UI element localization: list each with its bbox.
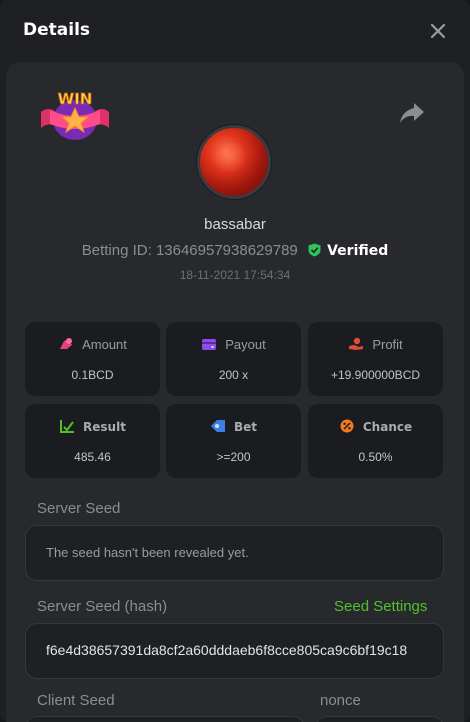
stat-result-label: Result <box>83 420 126 434</box>
seed-settings-link[interactable]: Seed Settings <box>334 598 427 615</box>
server-seed-hash-field[interactable]: f6e4d38657391da8cf2a60dddaeb6f8cce805ca9… <box>25 623 444 679</box>
stat-profit: Profit +19.900000BCD <box>308 322 443 396</box>
nonce-field[interactable] <box>315 716 444 722</box>
server-seed-label: Server Seed <box>37 500 121 517</box>
wallet-icon <box>202 339 217 350</box>
bet-timestamp: 18-11-2021 17:54:34 <box>179 268 291 282</box>
close-icon[interactable] <box>428 21 448 41</box>
share-icon[interactable] <box>398 100 426 126</box>
client-seed-label: Client Seed <box>37 692 115 709</box>
client-seed-field[interactable] <box>25 716 305 722</box>
stat-bet: Bet >=200 <box>166 404 301 478</box>
coins-icon <box>60 338 73 349</box>
username: bassabar <box>204 216 266 233</box>
stat-profit-value: +19.900000BCD <box>330 368 421 382</box>
percent-icon <box>340 419 354 433</box>
server-seed-value: The seed hasn't been revealed yet. <box>46 545 249 560</box>
server-seed-hash-label: Server Seed (hash) <box>37 598 168 615</box>
stat-amount-value: 0.1BCD <box>71 368 114 382</box>
win-badge-icon: WIN <box>41 90 109 140</box>
details-modal: Details WIN bassabar Betting ID: 1364695… <box>0 0 470 722</box>
stat-profit-label: Profit <box>372 337 403 352</box>
stat-amount: Amount 0.1BCD <box>25 322 160 396</box>
verified-label: Verified <box>327 243 389 259</box>
stat-payout-value: 200 x <box>218 368 249 382</box>
hand-coin-icon <box>349 337 364 350</box>
stat-amount-label: Amount <box>82 337 127 352</box>
betting-id-row: Betting ID: 13646957938629789 Verified <box>0 242 470 259</box>
win-badge-text: WIN <box>58 90 93 108</box>
stat-payout: Payout 200 x <box>166 322 301 396</box>
modal-header: Details <box>0 0 470 60</box>
server-seed-field: The seed hasn't been revealed yet. <box>25 525 444 581</box>
stat-chance-label: Chance <box>362 420 413 434</box>
stat-result-value: 485.46 <box>74 450 111 464</box>
stat-bet-value: >=200 <box>216 450 251 464</box>
server-seed-hash-value: f6e4d38657391da8cf2a60dddaeb6f8cce805ca9… <box>46 642 408 658</box>
stat-bet-label: Bet <box>233 420 258 434</box>
tag-icon <box>210 420 225 432</box>
check-chart-icon <box>60 420 75 433</box>
betting-id-value: 13646957938629789 <box>155 242 298 259</box>
verified-shield-icon <box>308 243 321 257</box>
avatar <box>197 125 271 199</box>
betting-id-label: Betting ID: <box>81 242 152 259</box>
stat-payout-label: Payout <box>225 337 266 352</box>
stat-result: Result 485.46 <box>25 404 160 478</box>
stat-chance: Chance 0.50% <box>308 404 443 478</box>
modal-title: Details <box>23 20 91 40</box>
nonce-label: nonce <box>320 692 361 709</box>
stat-chance-value: 0.50% <box>358 450 393 464</box>
